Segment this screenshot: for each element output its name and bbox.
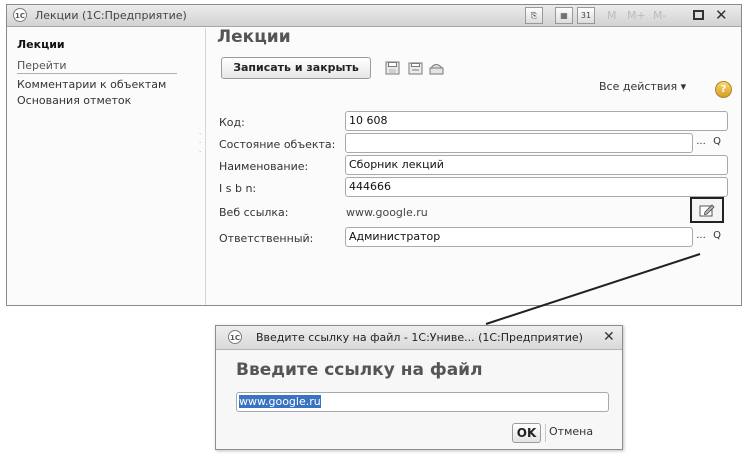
title-bar: 1С Лекции (1С:Предприятие) ⎘ ▦ 31 M M+ M… bbox=[7, 5, 741, 27]
ok-button[interactable]: OK bbox=[512, 423, 541, 443]
history-icon[interactable]: ⎘ bbox=[525, 7, 543, 24]
link-input-selected-text: www.google.ru bbox=[239, 395, 321, 408]
button-divider bbox=[545, 424, 546, 442]
object-state-label: Состояние объекта: bbox=[219, 138, 336, 151]
close-icon[interactable]: ✕ bbox=[603, 329, 615, 345]
code-field[interactable]: 10 608 bbox=[345, 111, 728, 131]
close-icon[interactable]: ✕ bbox=[715, 6, 728, 24]
web-link-value: www.google.ru bbox=[346, 206, 428, 219]
cancel-button[interactable]: Отмена bbox=[549, 425, 593, 438]
memory-minus-button[interactable]: M- bbox=[653, 9, 666, 22]
code-label: Код: bbox=[219, 116, 245, 129]
form-title: Лекции bbox=[217, 27, 291, 47]
memory-m-button[interactable]: M bbox=[607, 9, 617, 22]
help-icon[interactable]: ? bbox=[715, 81, 732, 98]
save-and-close-button[interactable]: Записать и закрыть bbox=[221, 57, 371, 79]
dialog-title-bar: 1С Введите ссылку на файл - 1С:Униве... … bbox=[216, 326, 622, 350]
edit-link-button[interactable] bbox=[690, 197, 724, 223]
select-ellipsis-button[interactable]: ... bbox=[693, 227, 709, 245]
select-ellipsis-button[interactable]: ... bbox=[693, 133, 709, 151]
all-actions-menu[interactable]: Все действия ▾ bbox=[599, 80, 686, 93]
sidebar-title: Лекции bbox=[17, 38, 65, 51]
1c-logo-icon: 1С bbox=[228, 330, 242, 344]
sidebar-item-comments[interactable]: Комментарии к объектам bbox=[17, 78, 166, 91]
save-icon[interactable] bbox=[385, 61, 400, 75]
print-icon[interactable] bbox=[429, 61, 444, 75]
dialog-heading: Введите ссылку на файл bbox=[236, 360, 483, 380]
responsible-field[interactable]: Администратор bbox=[345, 227, 693, 247]
splitter-grip-icon[interactable]: · bbox=[199, 149, 202, 156]
isbn-field[interactable]: 444666 bbox=[345, 177, 728, 197]
object-state-pick-buttons[interactable]: ... Q bbox=[693, 133, 727, 153]
link-input[interactable]: www.google.ru bbox=[236, 392, 609, 412]
search-icon[interactable]: Q bbox=[709, 227, 725, 245]
name-label: Наименование: bbox=[219, 160, 309, 173]
main-window: 1С Лекции (1С:Предприятие) ⎘ ▦ 31 M M+ M… bbox=[6, 4, 742, 306]
calendar-icon[interactable]: 31 bbox=[577, 7, 595, 24]
1c-logo-icon: 1С bbox=[13, 8, 27, 22]
dialog-title: Введите ссылку на файл - 1С:Униве... (1С… bbox=[256, 331, 583, 344]
isbn-label: I s b n: bbox=[219, 182, 257, 195]
window-title: Лекции (1С:Предприятие) bbox=[35, 9, 187, 22]
sidebar: Лекции Перейти Комментарии к объектам Ос… bbox=[7, 28, 197, 305]
web-link-label: Веб ссылка: bbox=[219, 206, 289, 219]
splitter-grip-icon[interactable]: · bbox=[199, 131, 202, 138]
link-dialog: 1С Введите ссылку на файл - 1С:Униве... … bbox=[215, 325, 623, 450]
responsible-label: Ответственный: bbox=[219, 232, 314, 245]
memory-plus-button[interactable]: M+ bbox=[627, 9, 646, 22]
calculator-icon[interactable]: ▦ bbox=[555, 7, 573, 24]
sidebar-item-grounds[interactable]: Основания отметок bbox=[17, 94, 131, 107]
name-field[interactable]: Сборник лекций bbox=[345, 155, 728, 175]
responsible-pick-buttons[interactable]: ... Q bbox=[693, 227, 727, 247]
edit-icon bbox=[699, 204, 715, 217]
splitter-grip-icon[interactable]: · bbox=[199, 140, 202, 147]
panel-divider[interactable] bbox=[205, 28, 206, 305]
object-state-field[interactable] bbox=[345, 133, 693, 153]
sidebar-goto-heading: Перейти bbox=[17, 59, 177, 74]
search-icon[interactable]: Q bbox=[709, 133, 725, 151]
save-copy-icon[interactable] bbox=[408, 61, 423, 75]
maximize-icon[interactable] bbox=[693, 10, 704, 20]
